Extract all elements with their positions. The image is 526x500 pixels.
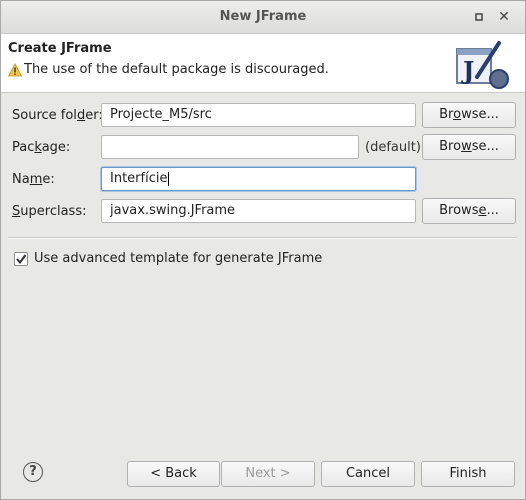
advanced-template-label[interactable]: Use advanced template for generate JFram… xyxy=(34,251,322,266)
package-default-hint: (default) xyxy=(365,140,421,155)
source-folder-label-pre: Source fol xyxy=(12,108,77,123)
finish-button[interactable]: Finish xyxy=(421,461,515,487)
help-icon[interactable]: ? xyxy=(23,462,43,482)
package-label-post: age: xyxy=(41,140,71,155)
package-label: Package: xyxy=(12,140,70,155)
back-button[interactable]: < Back xyxy=(127,461,220,487)
jframe-wizard-icon: J xyxy=(456,41,509,89)
name-input[interactable]: Interfície xyxy=(101,167,416,191)
name-label-pre: Na xyxy=(12,172,30,187)
package-input[interactable] xyxy=(101,135,359,159)
package-label-pre: Pac xyxy=(12,140,35,155)
warning-icon xyxy=(8,62,22,76)
package-browse-button[interactable]: Browse... xyxy=(422,134,516,160)
wizard-header: Create JFrame The use of the default pac… xyxy=(1,34,525,93)
advanced-template-checkbox[interactable] xyxy=(14,252,28,266)
minimize-icon[interactable] xyxy=(472,10,486,24)
next-button[interactable]: Next > xyxy=(221,461,315,487)
package-label-mnemonic: k xyxy=(34,140,42,155)
source-folder-browse-button[interactable]: Browse... xyxy=(422,102,516,128)
source-folder-input[interactable]: Projecte_M5/src xyxy=(101,103,416,127)
superclass-label-post: uperclass: xyxy=(20,204,87,219)
form-separator xyxy=(8,237,517,239)
new-jframe-dialog: New JFrame ✕ Create JFrame The use of th… xyxy=(0,0,526,500)
source-folder-label-mnemonic: d xyxy=(76,108,86,123)
title-bar: New JFrame ✕ xyxy=(1,1,525,34)
name-label: Name: xyxy=(12,172,55,187)
cancel-button[interactable]: Cancel xyxy=(321,461,415,487)
warning-message: The use of the default package is discou… xyxy=(8,62,329,77)
text-caret xyxy=(168,171,170,186)
superclass-browse-button[interactable]: Browse... xyxy=(422,198,516,224)
window-title: New JFrame xyxy=(219,9,307,24)
name-label-post: e: xyxy=(42,172,55,187)
svg-text:J: J xyxy=(461,56,474,85)
superclass-label: Superclass: xyxy=(12,204,86,219)
source-folder-label: Source folder: xyxy=(12,108,103,123)
close-icon[interactable]: ✕ xyxy=(497,10,511,24)
name-label-mnemonic: m xyxy=(29,172,43,187)
warning-text: The use of the default package is discou… xyxy=(24,62,329,77)
name-input-value: Interfície xyxy=(110,171,168,186)
superclass-input[interactable]: javax.swing.JFrame xyxy=(101,199,416,223)
page-title: Create JFrame xyxy=(8,41,112,56)
checkmark-icon xyxy=(16,254,27,265)
